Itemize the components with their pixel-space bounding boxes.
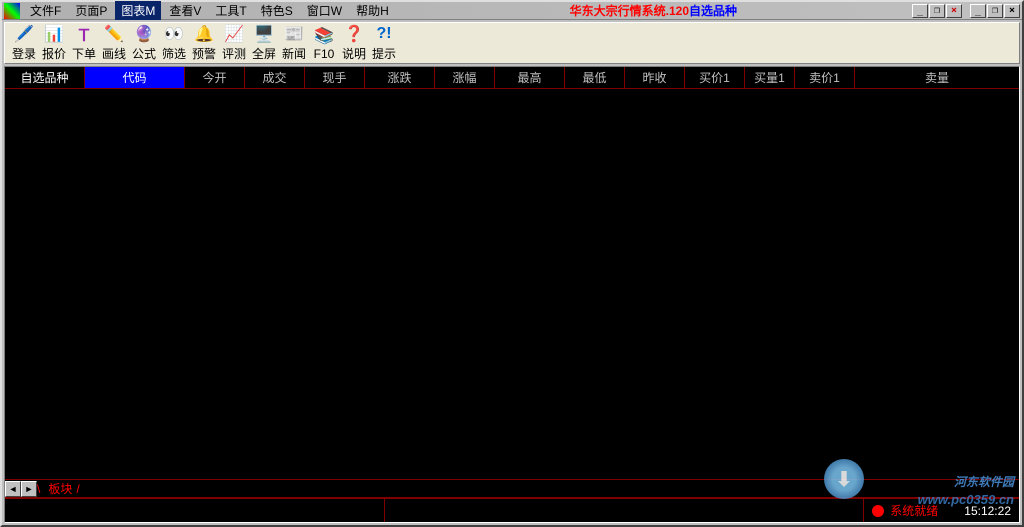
tab-sector[interactable]: 板块 (44, 480, 76, 497)
minimize-button-outer[interactable]: _ (970, 4, 986, 18)
tool-formula[interactable]: 🔮公式 (129, 23, 159, 63)
toolbar: 🖊️登录 📊报价 Ｔ下单 ✏️画线 🔮公式 👀筛选 🔔预警 📈评测 🖥️全屏 📰… (4, 22, 1020, 64)
menu-view[interactable]: 查看V (163, 1, 207, 20)
bell-icon: 🔔 (194, 24, 214, 44)
tool-fullscreen[interactable]: 🖥️全屏 (249, 23, 279, 63)
tool-hint[interactable]: ?!提示 (369, 23, 399, 63)
tool-login[interactable]: 🖊️登录 (9, 23, 39, 63)
quote-icon: 📊 (44, 24, 64, 44)
books-icon: 📚 (314, 26, 334, 46)
col-low[interactable]: 最低 (565, 67, 625, 88)
status-cell-2 (385, 499, 864, 522)
tool-f10[interactable]: 📚F10 (309, 25, 339, 62)
col-prevclose[interactable]: 昨收 (625, 67, 685, 88)
help-icon: ❓ (344, 24, 364, 44)
tab-separator: \ (37, 482, 40, 496)
tool-news[interactable]: 📰新闻 (279, 23, 309, 63)
monitor-icon: 🖥️ (254, 24, 274, 44)
news-icon: 📰 (284, 24, 304, 44)
title-system: 华东大宗行情系统.120 (570, 4, 689, 18)
status-bar: 系统就绪 15:12:22 (5, 498, 1019, 522)
tool-help[interactable]: ❓说明 (339, 23, 369, 63)
window-title: 华东大宗行情系统.120自选品种 (395, 2, 912, 19)
scroll-right-button[interactable]: ► (21, 481, 37, 497)
order-icon: Ｔ (74, 24, 94, 44)
menu-chart[interactable]: 图表M (115, 1, 161, 20)
tool-drawline[interactable]: ✏️画线 (99, 23, 129, 63)
col-change[interactable]: 涨跌 (365, 67, 435, 88)
menu-page[interactable]: 页面P (69, 1, 113, 20)
status-indicator-icon (872, 505, 884, 517)
chart-icon: 📈 (224, 24, 244, 44)
minimize-button-inner[interactable]: _ (912, 4, 928, 18)
scroll-left-button[interactable]: ◄ (5, 481, 21, 497)
col-high[interactable]: 最高 (495, 67, 565, 88)
close-button-inner[interactable]: × (946, 4, 962, 18)
col-bid1[interactable]: 买价1 (685, 67, 745, 88)
menu-window[interactable]: 窗口W (301, 1, 348, 20)
menu-tools[interactable]: 工具T (209, 1, 252, 20)
tab-separator: / (76, 482, 79, 496)
col-deal[interactable]: 成交 (245, 67, 305, 88)
restore-button-outer[interactable]: ❐ (987, 4, 1003, 18)
col-open[interactable]: 今开 (185, 67, 245, 88)
column-headers: 自选品种 代码 今开 成交 现手 涨跌 涨幅 最高 最低 昨收 买价1 买量1 … (5, 67, 1019, 89)
window-controls: _ ❐ × _ ❐ × (912, 4, 1020, 18)
titlebar: 文件F 页面P 图表M 查看V 工具T 特色S 窗口W 帮助H 华东大宗行情系统… (2, 2, 1022, 20)
title-category: 自选品种 (689, 4, 737, 18)
status-time: 15:12:22 (964, 504, 1011, 518)
col-changepct[interactable]: 涨幅 (435, 67, 495, 88)
binoculars-icon: 👀 (164, 24, 184, 44)
hint-icon: ?! (374, 24, 394, 44)
col-ask1[interactable]: 卖价1 (795, 67, 855, 88)
menu-help[interactable]: 帮助H (350, 1, 395, 20)
restore-button-inner[interactable]: ❐ (929, 4, 945, 18)
pencil-icon: ✏️ (104, 24, 124, 44)
tool-alert[interactable]: 🔔预警 (189, 23, 219, 63)
status-text: 系统就绪 (890, 502, 938, 519)
tool-quote[interactable]: 📊报价 (39, 23, 69, 63)
col-current[interactable]: 现手 (305, 67, 365, 88)
app-icon (4, 3, 20, 19)
content-area: 自选品种 代码 今开 成交 现手 涨跌 涨幅 最高 最低 昨收 买价1 买量1 … (4, 66, 1020, 523)
bottom-tabs: ◄ ► \ 板块 / (5, 480, 1019, 498)
col-category[interactable]: 自选品种 (5, 67, 85, 88)
col-bidvol1[interactable]: 买量1 (745, 67, 795, 88)
tool-evaluate[interactable]: 📈评测 (219, 23, 249, 63)
status-cell-1 (5, 499, 385, 522)
application-window: 文件F 页面P 图表M 查看V 工具T 特色S 窗口W 帮助H 华东大宗行情系统… (0, 0, 1024, 527)
menu-file[interactable]: 文件F (24, 1, 67, 20)
col-askvol[interactable]: 卖量 (855, 67, 1019, 88)
status-right: 系统就绪 15:12:22 (864, 502, 1019, 519)
tool-filter[interactable]: 👀筛选 (159, 23, 189, 63)
close-button-outer[interactable]: × (1004, 4, 1020, 18)
menu-special[interactable]: 特色S (255, 1, 299, 20)
col-code[interactable]: 代码 (85, 67, 185, 88)
menubar: 文件F 页面P 图表M 查看V 工具T 特色S 窗口W 帮助H (24, 1, 395, 20)
tool-order[interactable]: Ｔ下单 (69, 23, 99, 63)
data-grid[interactable] (5, 89, 1019, 480)
login-icon: 🖊️ (14, 24, 34, 44)
formula-icon: 🔮 (134, 24, 154, 44)
